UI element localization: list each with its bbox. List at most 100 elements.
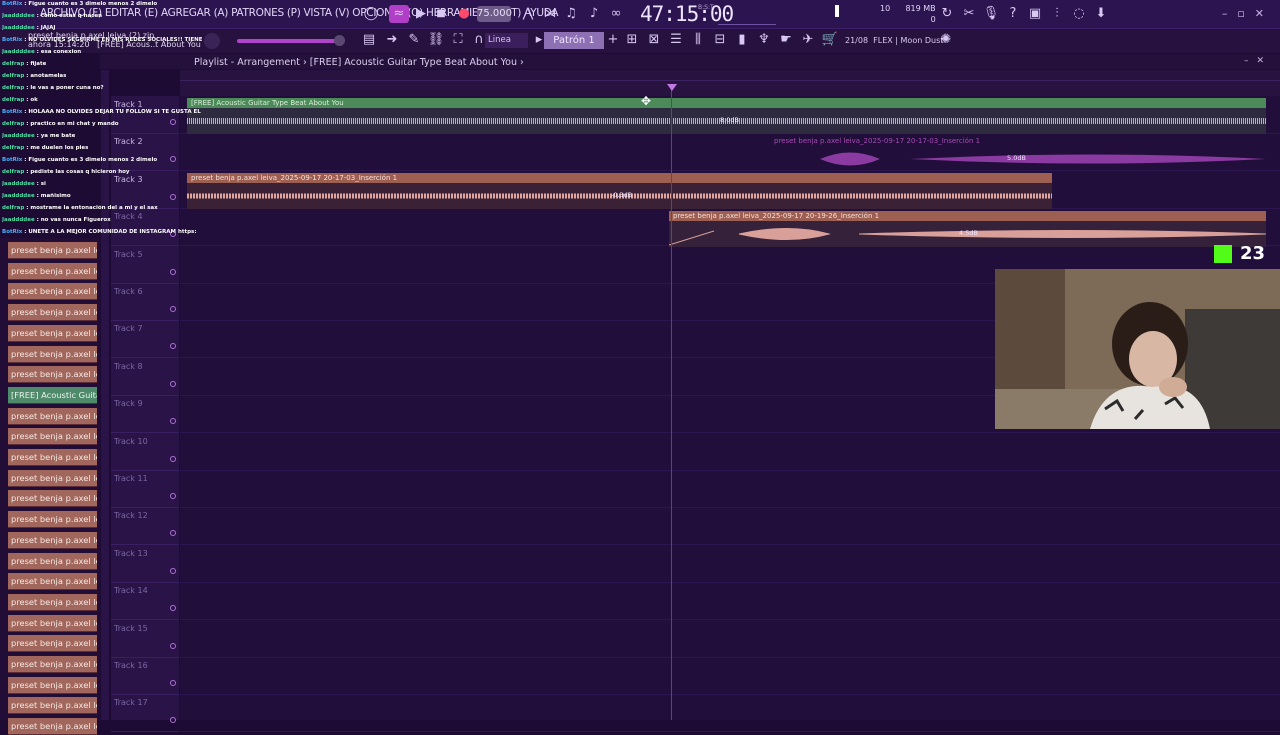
browser-icon[interactable]: ⊟ <box>711 31 729 49</box>
browser-item[interactable]: preset benja p.axel leiva_ <box>8 490 97 508</box>
track-header[interactable]: Track 17 <box>111 694 179 733</box>
playlist-icon[interactable]: ⊞ <box>623 31 641 49</box>
chat-icon[interactable]: ◌ <box>1070 5 1088 23</box>
snap-mode-select[interactable]: Linea <box>485 33 528 48</box>
browser-item[interactable]: preset benja p.axel leiva_ <box>8 718 97 735</box>
waveform-icon[interactable]: ⋀ <box>519 5 537 23</box>
plugin-picker-icon[interactable]: ♆ <box>755 31 773 49</box>
track-mute-indicator[interactable] <box>170 680 176 686</box>
track-mute-indicator[interactable] <box>170 455 176 462</box>
browser-item[interactable]: preset benja p.axel leiva_ <box>8 593 97 611</box>
chat-username[interactable]: BotRix <box>2 157 22 163</box>
browser-item[interactable]: preset benja p.axel leiva_ <box>8 614 97 632</box>
track-header[interactable]: Track 6 <box>111 283 179 321</box>
link-icon[interactable]: ⛓ <box>427 31 445 49</box>
snap-icon[interactable]: ⋈ <box>541 5 559 23</box>
browser-item[interactable]: preset benja p.axel leiva_ <box>8 262 97 280</box>
browser-item[interactable]: preset benja p.axel leiva_ <box>8 304 97 322</box>
browser-item[interactable]: preset benja p.axel leiva_ <box>8 407 97 425</box>
browser-item[interactable]: preset benja p.axel leiva_ <box>8 428 97 446</box>
master-pitch-slider[interactable] <box>237 39 341 43</box>
chat-username[interactable]: BotRix <box>2 229 22 235</box>
metronome-icon[interactable]: ◯ <box>362 5 380 23</box>
chat-username[interactable]: Jaaddddee <box>2 193 35 199</box>
master-volume-knob[interactable] <box>204 33 220 49</box>
record-icon[interactable]: ● <box>455 5 473 23</box>
track-header[interactable]: Track 11 <box>111 470 179 508</box>
track-mute-indicator[interactable] <box>170 306 176 312</box>
mixer-window-icon[interactable]: ⫼ <box>689 31 707 49</box>
track-header[interactable]: Track 10 <box>111 433 179 471</box>
step-edit-icon[interactable]: ♪ <box>585 5 603 23</box>
track-header[interactable]: Track 12 <box>111 507 179 546</box>
mic-icon[interactable]: 🎙 <box>982 5 1000 23</box>
clip-preset-3[interactable]: preset benja p.axel leiva_2025-09-17 20-… <box>187 173 1052 209</box>
browser-item[interactable]: preset benja p.axel leiva_ <box>8 449 97 466</box>
chat-username[interactable]: Jaaddddee <box>2 13 35 19</box>
playhead-marker[interactable] <box>667 84 677 91</box>
track-mute-indicator[interactable] <box>170 605 176 612</box>
help-icon[interactable]: ? <box>1004 5 1022 23</box>
chat-username[interactable]: delfrap <box>2 169 24 175</box>
clip-acoustic-guitar-beat[interactable]: [FREE] Acoustic Guitar Type Beat About Y… <box>187 98 1266 134</box>
browser-item[interactable]: preset benja p.axel leiva_ <box>8 552 97 570</box>
pattern-selector[interactable]: Patrón 1 <box>544 32 604 49</box>
track-lane[interactable] <box>180 582 1280 621</box>
track-lane[interactable] <box>180 694 1280 733</box>
track-header[interactable]: Track 13 <box>111 545 179 583</box>
track-mute-indicator[interactable] <box>170 268 176 275</box>
browser-item[interactable]: preset benja p.axel leiva_ <box>8 676 97 694</box>
tempo-display[interactable]: 75.000 <box>477 6 512 22</box>
browser-item[interactable]: preset benja p.axel leiva_ <box>8 283 97 301</box>
chat-username[interactable]: BotRix <box>2 1 22 7</box>
chat-username[interactable]: delfrap <box>2 205 24 211</box>
track-mute-indicator[interactable] <box>170 493 176 499</box>
channel-rack-icon[interactable]: ⊠ <box>645 31 663 49</box>
stop-icon[interactable]: ■ <box>432 5 450 23</box>
chat-username[interactable]: delfrap <box>2 85 24 91</box>
file-icon[interactable]: ▮ <box>733 31 751 49</box>
track-header[interactable]: Track 5 <box>111 246 179 284</box>
flex-icon[interactable]: ✺ <box>937 31 955 49</box>
chat-username[interactable]: BotRix <box>2 37 22 43</box>
touch-icon[interactable]: ☛ <box>777 31 795 49</box>
stamp-icon[interactable]: ⛶ <box>449 31 467 49</box>
loop-record-icon[interactable]: ∞ <box>607 5 625 23</box>
browser-item[interactable]: preset benja p.axel leiva_ <box>8 573 97 591</box>
add-pattern-icon[interactable]: + <box>604 31 622 49</box>
track-mute-indicator[interactable] <box>170 642 176 649</box>
track-header[interactable]: Track 7 <box>111 320 179 359</box>
arrow-right-icon[interactable]: ➜ <box>383 31 401 49</box>
bird-icon[interactable]: ✈ <box>799 31 817 49</box>
track-header[interactable]: Track 8 <box>111 358 179 396</box>
clip-preset-2[interactable]: preset benja p.axel leiva_2025-09-17 20-… <box>770 136 1266 172</box>
track-lane[interactable] <box>180 433 1280 471</box>
track-header[interactable]: Track 9 <box>111 395 179 434</box>
browser-item[interactable]: preset benja p.axel leiva_ <box>8 366 97 384</box>
play-icon[interactable]: ▶ <box>412 5 430 23</box>
track-mute-indicator[interactable] <box>170 418 176 425</box>
track-header[interactable]: Track 14 <box>111 582 179 621</box>
chat-username[interactable]: delfrap <box>2 73 24 79</box>
track-mute-indicator[interactable] <box>170 530 176 537</box>
track-lane[interactable] <box>180 657 1280 695</box>
chat-username[interactable]: delfrap <box>2 97 24 103</box>
timeline-ruler[interactable] <box>180 70 1280 97</box>
tools-icon[interactable]: ✂ <box>960 5 978 23</box>
track-lane[interactable] <box>180 470 1280 508</box>
download-icon[interactable]: ⬇ <box>1092 5 1110 23</box>
browser-item[interactable]: preset benja p.axel leiva_ <box>8 511 97 529</box>
browser-item[interactable]: preset benja p.axel leiva_ <box>8 635 97 653</box>
typing-keyboard-icon[interactable]: ♫ <box>562 5 580 23</box>
slider-knob[interactable] <box>334 35 345 46</box>
track-mute-indicator[interactable] <box>170 343 176 350</box>
chat-username[interactable]: Jaaddddee <box>2 217 35 223</box>
browser-item[interactable]: [FREE] Acoustic Guita... <box>8 386 97 404</box>
save-icon[interactable]: ▣ <box>1026 5 1044 23</box>
chat-username[interactable]: BotRix <box>2 109 22 115</box>
playhead-line[interactable] <box>671 86 672 720</box>
track-mute-indicator[interactable] <box>170 380 176 387</box>
piano-icon[interactable]: ▤ <box>360 31 378 49</box>
chat-username[interactable]: Jaaddddee <box>2 133 35 139</box>
chat-username[interactable]: Jaaddddee <box>2 181 35 187</box>
